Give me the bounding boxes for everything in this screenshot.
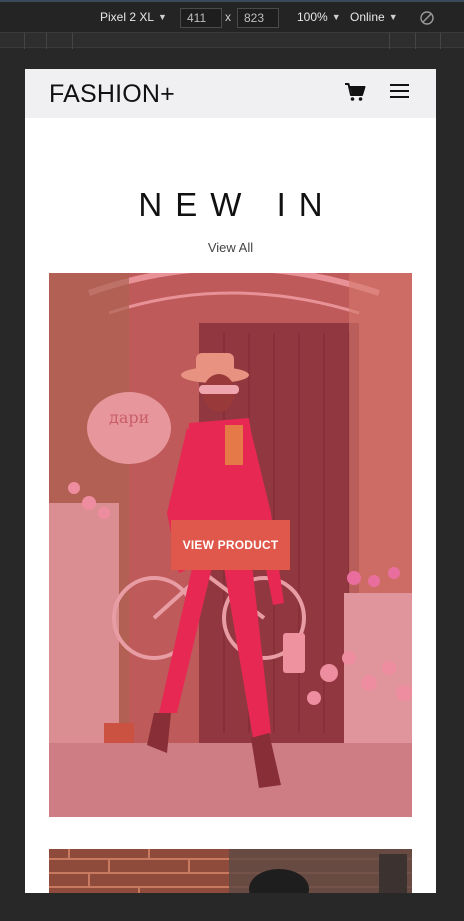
product-image <box>49 849 412 893</box>
chevron-down-icon: ▼ <box>331 12 341 22</box>
product-card[interactable]: дари VIEW PRODUCT <box>49 273 412 817</box>
view-all-link[interactable]: View All <box>25 240 436 255</box>
hamburger-menu-icon[interactable] <box>390 83 409 99</box>
network-value: Online <box>350 10 385 24</box>
zoom-value: 100% <box>297 10 328 24</box>
media-query-ruler <box>0 32 464 49</box>
viewport-height-input[interactable]: 823 <box>237 8 279 28</box>
brand-logo[interactable]: FASHION+ <box>49 80 175 109</box>
viewport-width-input[interactable]: 411 <box>180 8 222 28</box>
chevron-down-icon: ▼ <box>158 12 167 22</box>
navbar: FASHION+ <box>25 69 436 118</box>
rotate-icon[interactable] <box>419 10 435 26</box>
cart-icon[interactable] <box>344 82 366 102</box>
device-select[interactable]: Pixel 2 XL ▼ <box>100 10 167 24</box>
devtools-device-toolbar: Pixel 2 XL ▼ 411 x 823 100% ▼ Online ▼ <box>0 0 464 32</box>
zoom-select[interactable]: 100% ▼ <box>297 10 341 24</box>
device-name: Pixel 2 XL <box>100 10 155 24</box>
network-throttle-select[interactable]: Online ▼ <box>350 10 398 24</box>
product-card[interactable] <box>49 849 412 893</box>
device-viewport: FASHION+ NEW IN View All дари VIEW PRODU… <box>25 69 436 893</box>
chevron-down-icon: ▼ <box>388 12 398 22</box>
view-product-button[interactable]: VIEW PRODUCT <box>171 520 290 570</box>
section-title: NEW IN <box>138 186 336 223</box>
dimension-separator: x <box>225 10 231 24</box>
